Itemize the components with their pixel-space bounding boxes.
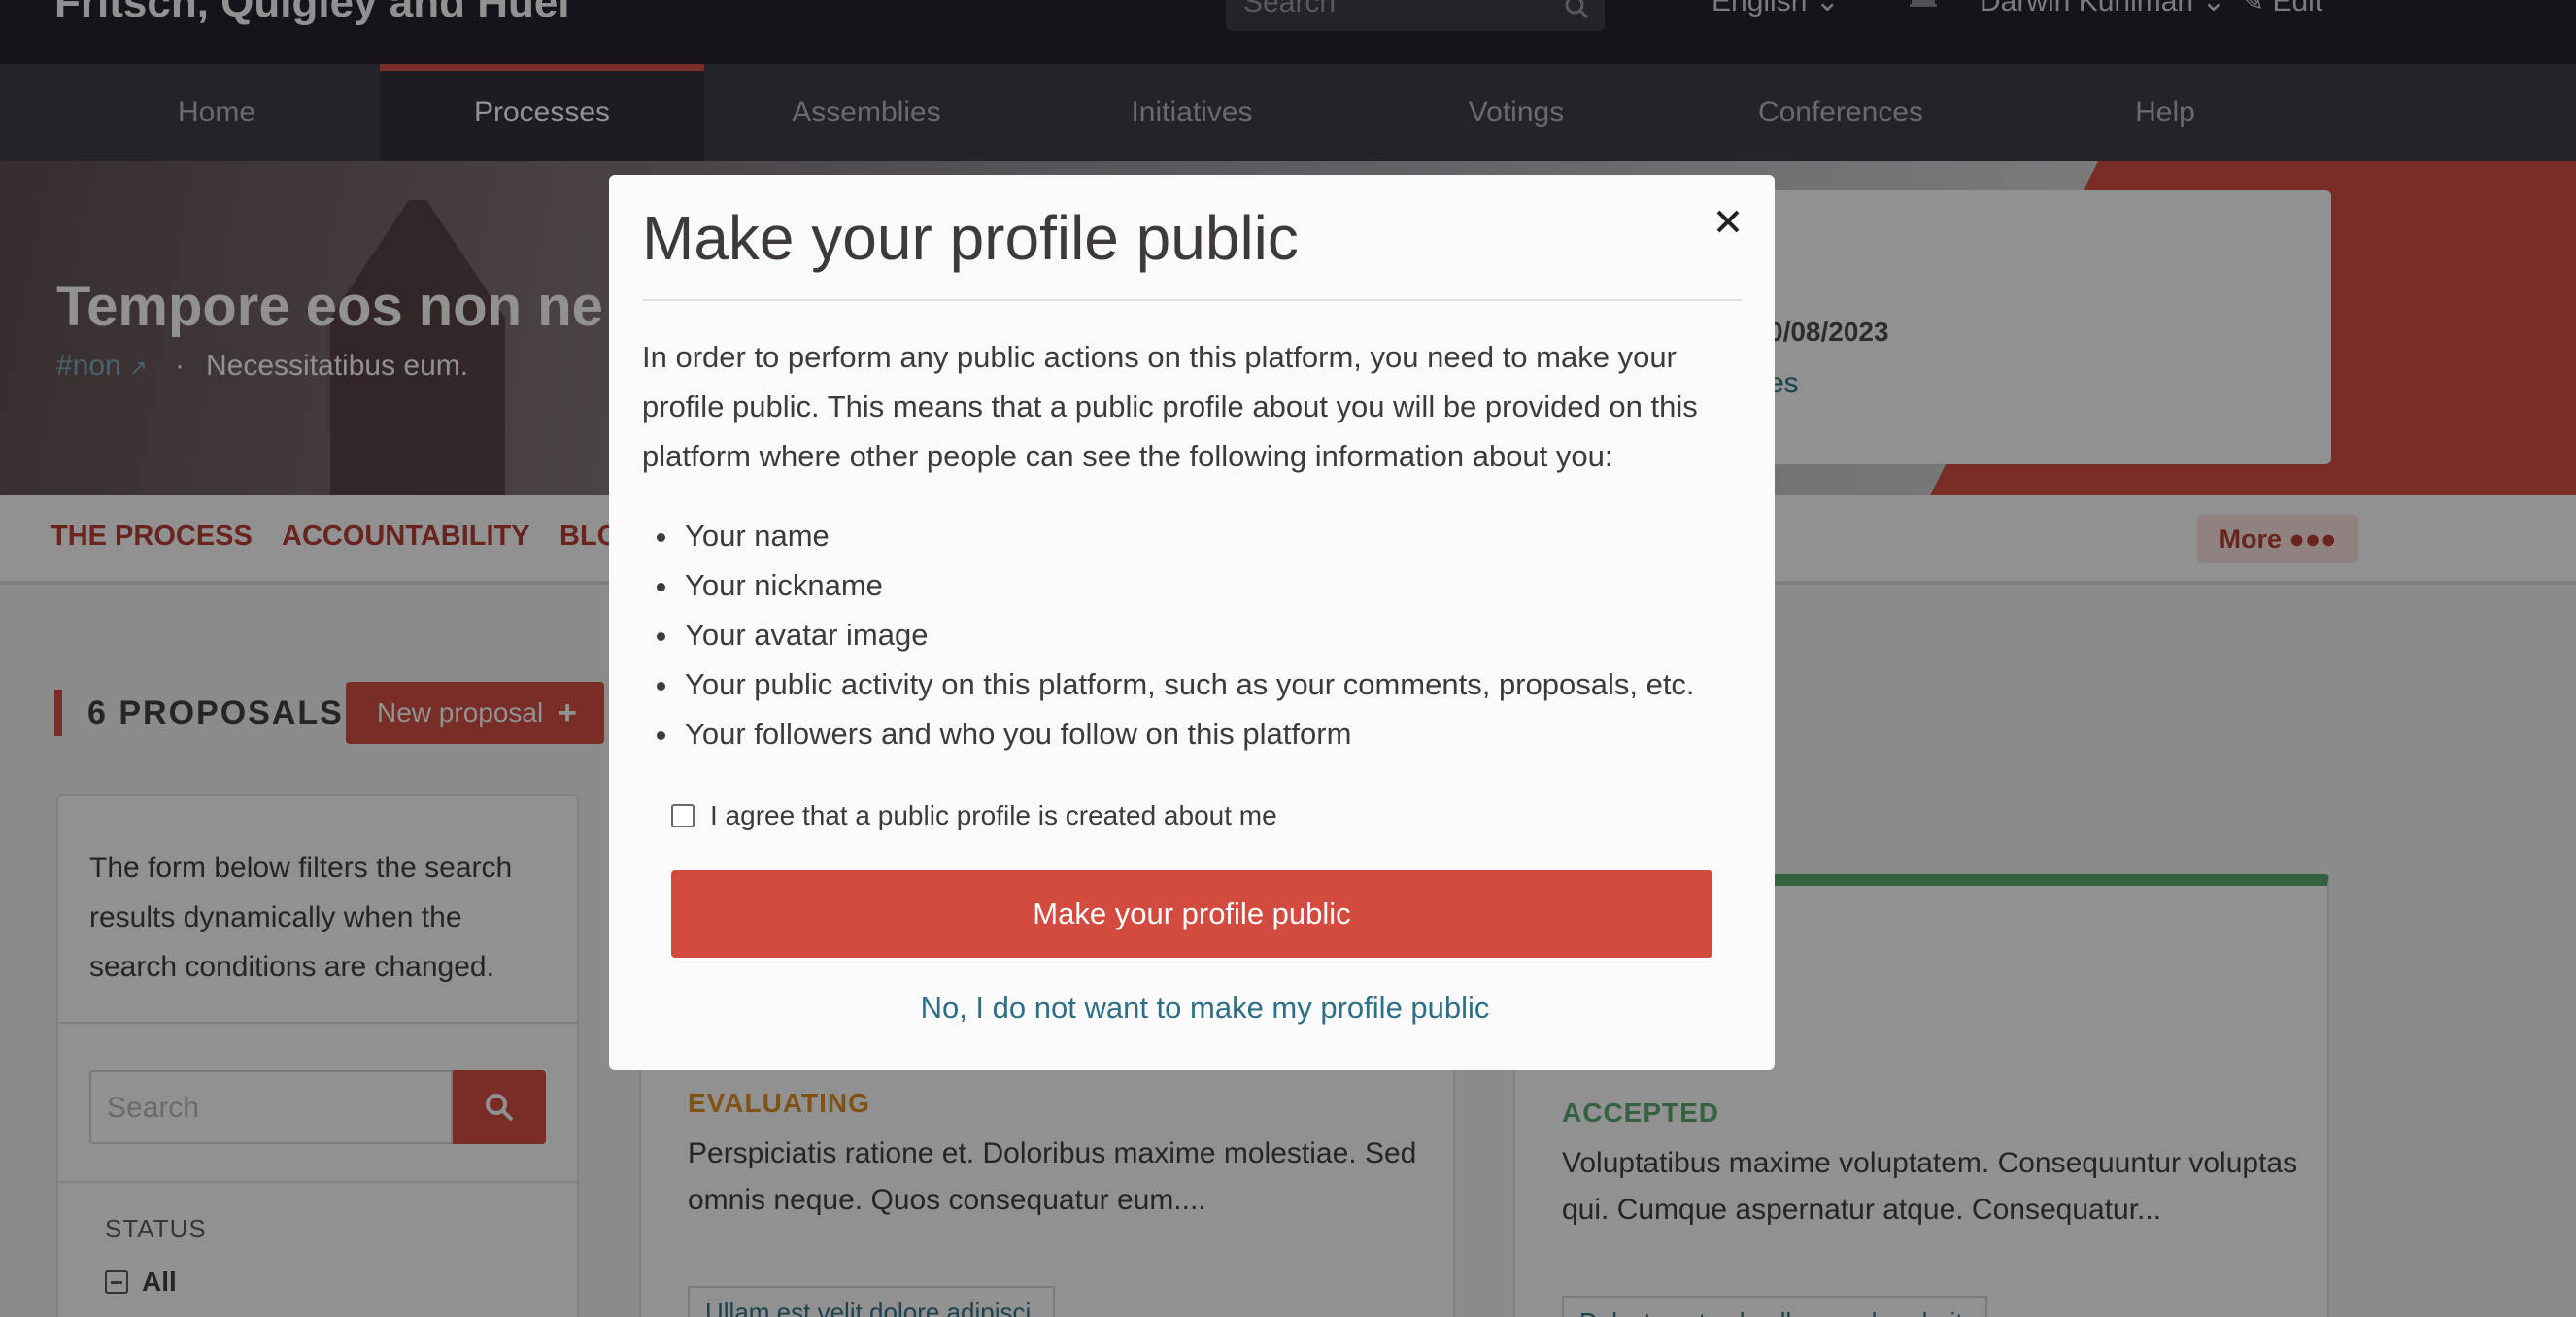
agree-checkbox-row[interactable]: I agree that a public profile is created… — [671, 796, 1277, 835]
public-info-list: Your name Your nickname Your avatar imag… — [681, 511, 1740, 759]
agree-checkbox[interactable] — [671, 804, 695, 827]
close-icon[interactable] — [1707, 200, 1749, 243]
list-item: Your followers and who you follow on thi… — [681, 709, 1740, 759]
decline-public-profile-link[interactable]: No, I do not want to make my profile pub… — [609, 991, 1801, 1026]
list-item: Your name — [681, 511, 1740, 560]
modal-divider — [642, 299, 1742, 301]
agree-label: I agree that a public profile is created… — [710, 800, 1277, 830]
list-item: Your nickname — [681, 560, 1740, 610]
modal-title: Make your profile public — [642, 203, 1299, 273]
public-profile-modal: Make your profile public In order to per… — [609, 175, 1775, 1070]
modal-description: In order to perform any public actions o… — [642, 340, 1698, 473]
list-item: Your public activity on this platform, s… — [681, 659, 1740, 709]
list-item: Your avatar image — [681, 610, 1740, 659]
make-profile-public-button[interactable]: Make your profile public — [671, 870, 1712, 958]
